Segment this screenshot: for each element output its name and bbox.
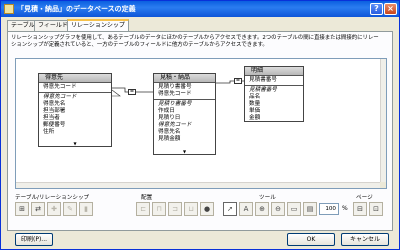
relationship-graph[interactable]: = = 得意先 得意先コード 得意先コード 得意先名 担当部署 担当者 郵便番号… — [15, 58, 387, 189]
text-icon[interactable]: A — [239, 202, 253, 216]
zoom-unit: % — [342, 205, 348, 212]
table-name: 明細 — [245, 67, 303, 76]
dialog-window: 「見積・納品」のデータベースの定義 ? × テーブル フィールド リレーションシ… — [0, 0, 400, 250]
field: 郵便番号 — [43, 122, 66, 128]
field: 担当部署 — [43, 108, 66, 114]
scroll-corner — [380, 182, 386, 188]
tables-relationships-tools: ⊞ ⇄ ✚ ✎ ▮ — [15, 202, 93, 216]
field: 数量 — [249, 101, 261, 107]
field: 見積り日 — [158, 115, 181, 121]
title-bar: 「見積・納品」のデータベースの定義 ? × — [1, 1, 399, 17]
description-text: リレーションシップグラフを使用して、あるテーブルのデータにほかのテーブルからアク… — [11, 35, 379, 48]
table-detail[interactable]: 明細 見積書番号 見積書番号 品名 数量 単価 金額 — [244, 66, 304, 122]
key-field: 見積り書番号 — [158, 84, 192, 90]
tab-relationships[interactable]: リレーションシップ — [67, 19, 129, 31]
field: 住所 — [43, 129, 55, 135]
field: 得意先名 — [158, 129, 181, 135]
field: 得意先名 — [43, 101, 66, 107]
more-fields-icon[interactable]: ▼ — [154, 150, 215, 154]
field: 担当者 — [43, 115, 60, 121]
color-icon[interactable]: ● — [200, 202, 214, 216]
add-note-icon[interactable]: ✚ — [47, 202, 61, 216]
page-tools: ⊟ ⊡ — [353, 202, 383, 216]
help-button[interactable]: ? — [370, 3, 383, 15]
field: 単価 — [249, 108, 261, 114]
relationship-connector[interactable]: = — [234, 78, 242, 84]
app-icon — [4, 4, 14, 14]
align-left-icon[interactable]: ⊏ — [136, 202, 150, 216]
key-field: 得意先コード — [158, 91, 192, 97]
fit-view-icon[interactable]: ▭ — [287, 202, 301, 216]
add-table-icon[interactable]: ⊞ — [15, 202, 29, 216]
edit-icon[interactable]: ✎ — [63, 202, 77, 216]
key-field: 見積書番号 — [249, 77, 277, 83]
tables-relationships-label: テーブル/リレーションシップ — [15, 195, 90, 201]
arrange-label: 配置 — [141, 195, 153, 201]
page-view-icon[interactable]: ▤ — [303, 202, 317, 216]
tools: ➚ A ⊕ ⊖ ▭ ▤ 100 % — [223, 202, 349, 216]
key-field: 得意先コード — [43, 84, 77, 90]
table-name: 得意先 — [39, 74, 111, 83]
distribute-icon[interactable]: ⊔ — [184, 202, 198, 216]
pointer-icon[interactable]: ➚ — [223, 202, 237, 216]
align-right-icon[interactable]: ⊐ — [168, 202, 182, 216]
align-center-icon[interactable]: ⊓ — [152, 202, 166, 216]
zoom-field[interactable]: 100 — [319, 203, 339, 215]
page-label: ページ — [356, 195, 373, 201]
more-fields-icon[interactable]: ▼ — [39, 142, 111, 146]
window-title: 「見積・納品」のデータベースの定義 — [17, 5, 136, 13]
close-button[interactable]: × — [384, 3, 397, 15]
cancel-button[interactable]: キャンセル — [341, 233, 389, 246]
delete-icon[interactable]: ▮ — [79, 202, 93, 216]
page-break-icon[interactable]: ⊡ — [369, 202, 383, 216]
print-button[interactable]: 印刷(P)... — [15, 233, 53, 246]
field: 得意先コード — [43, 94, 77, 100]
create-relationship-icon[interactable]: ⇄ — [31, 202, 45, 216]
table-quote-delivery[interactable]: 見積・納品 見積り書番号 得意先コード 見積り書番号 作成日 見積り日 得意先コ… — [153, 73, 216, 155]
field: 品名 — [249, 94, 261, 100]
field: 見積書番号 — [249, 87, 277, 93]
field: 見積金額 — [158, 136, 181, 142]
field: 作成日 — [158, 108, 175, 114]
table-customer[interactable]: 得意先 得意先コード 得意先コード 得意先名 担当部署 担当者 郵便番号 住所 … — [38, 73, 112, 147]
ok-button[interactable]: OK — [287, 233, 335, 246]
vertical-scrollbar[interactable] — [380, 59, 386, 184]
table-name: 見積・納品 — [154, 74, 215, 83]
relationship-connector[interactable]: = — [128, 89, 136, 95]
zoom-in-icon[interactable]: ⊕ — [255, 202, 269, 216]
field: 見積り書番号 — [158, 101, 192, 107]
field: 得意先コード — [158, 122, 192, 128]
horizontal-scrollbar[interactable] — [16, 182, 382, 188]
field: 金額 — [249, 115, 261, 121]
zoom-out-icon[interactable]: ⊖ — [271, 202, 285, 216]
page-setup-icon[interactable]: ⊟ — [353, 202, 367, 216]
tools-label: ツール — [259, 195, 276, 201]
arrange-tools: ⊏ ⊓ ⊐ ⊔ ● — [136, 202, 214, 216]
